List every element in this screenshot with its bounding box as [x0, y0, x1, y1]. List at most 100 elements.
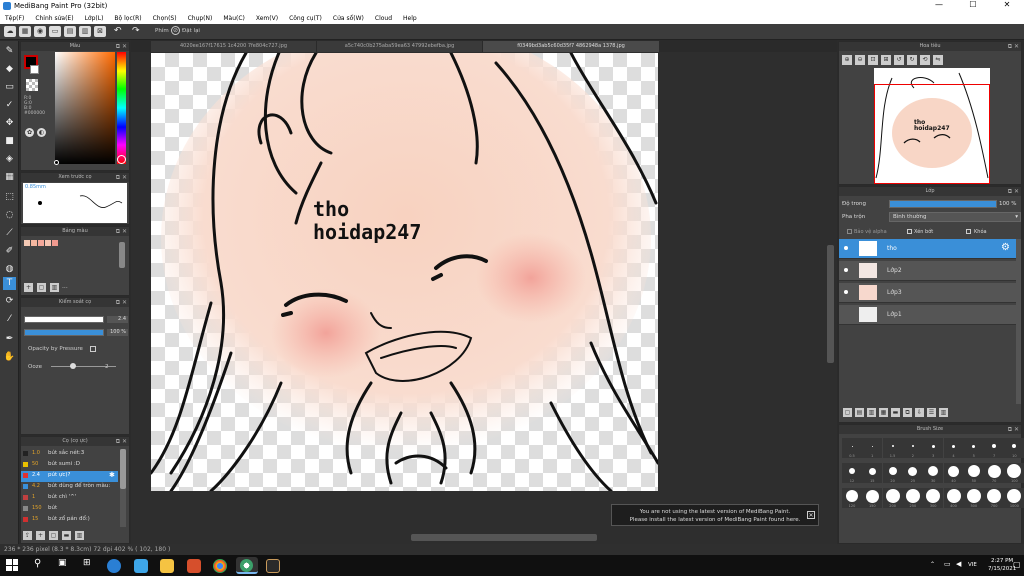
brush-size-option[interactable]: 1.5: [882, 438, 903, 458]
menu-window[interactable]: Cửa sổ(W): [333, 15, 364, 22]
layer-settings-icon[interactable]: ⚙: [1001, 242, 1010, 253]
brush-size-option[interactable]: 250: [902, 488, 923, 508]
hue-slider[interactable]: [117, 52, 126, 164]
clipping-checkbox[interactable]: [907, 229, 912, 234]
transparent-swatch[interactable]: [26, 79, 38, 91]
text-tool-icon[interactable]: T: [3, 277, 16, 290]
brush-add-icon[interactable]: +: [36, 531, 45, 540]
mail-icon[interactable]: [134, 559, 148, 573]
palette-add-icon[interactable]: +: [24, 283, 33, 292]
palette-scrollbar[interactable]: [119, 242, 125, 268]
reset-label[interactable]: Đặt lại: [182, 28, 200, 34]
navigator-viewport-frame[interactable]: [874, 84, 990, 184]
layer-list-scrollbar[interactable]: [1016, 239, 1021, 404]
edge-icon[interactable]: [107, 559, 121, 573]
move-tool-icon[interactable]: ✥: [3, 117, 16, 130]
bucket-tool-icon[interactable]: ◈: [3, 153, 16, 166]
brush-size-option[interactable]: 70: [984, 463, 1005, 483]
brush-size-option[interactable]: 25: [902, 463, 923, 483]
notice-close-icon[interactable]: ✕: [807, 511, 815, 519]
chat-icon[interactable]: ◉: [34, 26, 46, 37]
menu-color[interactable]: Màu(C): [223, 15, 245, 22]
dropper-icon[interactable]: ✒: [3, 333, 16, 346]
menu-layer[interactable]: Lớp(L): [85, 15, 104, 22]
brush-size-option[interactable]: 20: [882, 463, 903, 483]
grid-icon[interactable]: ▦: [19, 26, 31, 37]
panel-menu-icon[interactable]: ⧉ ✕: [116, 227, 127, 236]
snap-off-icon[interactable]: ⊠: [94, 26, 106, 37]
menu-filter[interactable]: Bộ lọc(R): [114, 15, 141, 22]
brush-list-item[interactable]: 50 bút sumi :D: [21, 460, 118, 471]
eyedropper-icon[interactable]: ⁄: [3, 313, 16, 326]
gradient-tool-icon[interactable]: ▦: [3, 171, 16, 184]
new-8bit-layer-icon[interactable]: ▥: [867, 408, 876, 417]
brush-size-option[interactable]: 1: [862, 438, 883, 458]
visibility-icon[interactable]: [844, 290, 848, 294]
brush-tool-icon[interactable]: ✎: [3, 45, 16, 58]
layer-opacity-slider[interactable]: [889, 200, 997, 208]
clock[interactable]: 2:27 PM 7/15/2021: [988, 557, 1016, 573]
brush-size-option[interactable]: 3: [923, 438, 944, 458]
tab-document-1[interactable]: 4020ee167f17615 1c4200 7fe804c727.jpg: [151, 41, 316, 52]
layer-row[interactable]: Lớp2: [839, 261, 1021, 281]
brush-size-option[interactable]: 120: [842, 488, 862, 508]
brush-size-option[interactable]: 10: [1004, 438, 1024, 458]
brush-list-item[interactable]: 1 bút chì '^': [21, 493, 118, 504]
panel-menu-icon[interactable]: ⧉ ✕: [1008, 187, 1019, 196]
brush-size-slider[interactable]: [24, 316, 104, 323]
network-icon[interactable]: ▭: [944, 560, 951, 568]
pen-mode-label[interactable]: Phím: [155, 28, 169, 34]
panel-menu-icon[interactable]: ⧉ ✕: [116, 298, 127, 307]
volume-icon[interactable]: ◀: [956, 560, 961, 568]
rotate-right-icon[interactable]: ↻: [907, 55, 917, 65]
brush-size-option[interactable]: 1000: [1004, 488, 1024, 508]
menu-help[interactable]: Help: [403, 15, 417, 22]
zoom-out-icon[interactable]: ⊖: [855, 55, 865, 65]
color-wheel-icon[interactable]: ✿: [25, 128, 34, 137]
brush-list-item[interactable]: 150 bút: [21, 504, 118, 515]
brush-duplicate-icon[interactable]: ▢: [49, 531, 58, 540]
brush-size-option[interactable]: 40: [943, 463, 964, 483]
brush-size-option[interactable]: 5: [963, 438, 984, 458]
file-explorer-icon[interactable]: [160, 559, 174, 573]
marquee-tool-icon[interactable]: ⬚: [3, 191, 16, 204]
brush-size-option[interactable]: 15: [862, 463, 883, 483]
lasso-tool-icon[interactable]: ◌: [3, 209, 16, 222]
delete-layer-icon[interactable]: ▥: [939, 408, 948, 417]
ooze-slider-handle[interactable]: [70, 363, 76, 369]
brush-list-item-selected[interactable]: 2.4 pút ực)? ✱: [21, 471, 118, 482]
brush-size-option[interactable]: 400: [943, 488, 964, 508]
brush-size-option[interactable]: 200: [882, 488, 903, 508]
menu-tools[interactable]: Công cụ(T): [289, 15, 322, 22]
palette-swatch[interactable]: [31, 240, 37, 246]
menu-capture[interactable]: Chụp(N): [188, 15, 213, 22]
update-notice[interactable]: You are not using the latest version of …: [611, 504, 819, 526]
menu-view[interactable]: Xem(V): [256, 15, 278, 22]
duplicate-layer-icon[interactable]: ⧉: [903, 408, 912, 417]
rectangle-tool-icon[interactable]: ▭: [3, 81, 16, 94]
select-pen-icon[interactable]: ✐: [3, 245, 16, 258]
store-icon[interactable]: ⊞: [83, 558, 91, 568]
blend-mode-select[interactable]: Bình thường ▾: [889, 212, 1021, 222]
brush-list-item[interactable]: 15 bút zổ pán đổ:): [21, 515, 118, 526]
search-icon[interactable]: ⚲: [34, 558, 41, 569]
drawing-canvas[interactable]: tho hoidap247: [151, 53, 658, 491]
operation-tool-icon[interactable]: ⟳: [3, 295, 16, 308]
windows-start-icon[interactable]: [6, 559, 18, 571]
magic-wand-icon[interactable]: ⟋: [3, 227, 16, 240]
fit-view-icon[interactable]: ⊡: [868, 55, 878, 65]
background-color-swatch[interactable]: [30, 65, 39, 74]
minimize-button[interactable]: —: [922, 0, 956, 9]
brush-settings-icon[interactable]: ✱: [109, 471, 115, 479]
brush-size-option[interactable]: 150: [862, 488, 883, 508]
actual-size-icon[interactable]: ⊞: [881, 55, 891, 65]
palette-swatch[interactable]: [45, 240, 51, 246]
medibang-icon[interactable]: [266, 559, 280, 573]
undo-icon[interactable]: ↶: [114, 26, 128, 37]
chrome-icon[interactable]: [213, 559, 227, 573]
menu-cloud[interactable]: Cloud: [375, 15, 392, 22]
saturation-value-picker[interactable]: [55, 52, 115, 164]
new-layer-icon[interactable]: ▢: [843, 408, 852, 417]
palette-swatch[interactable]: [24, 240, 30, 246]
visibility-icon[interactable]: [844, 268, 848, 272]
